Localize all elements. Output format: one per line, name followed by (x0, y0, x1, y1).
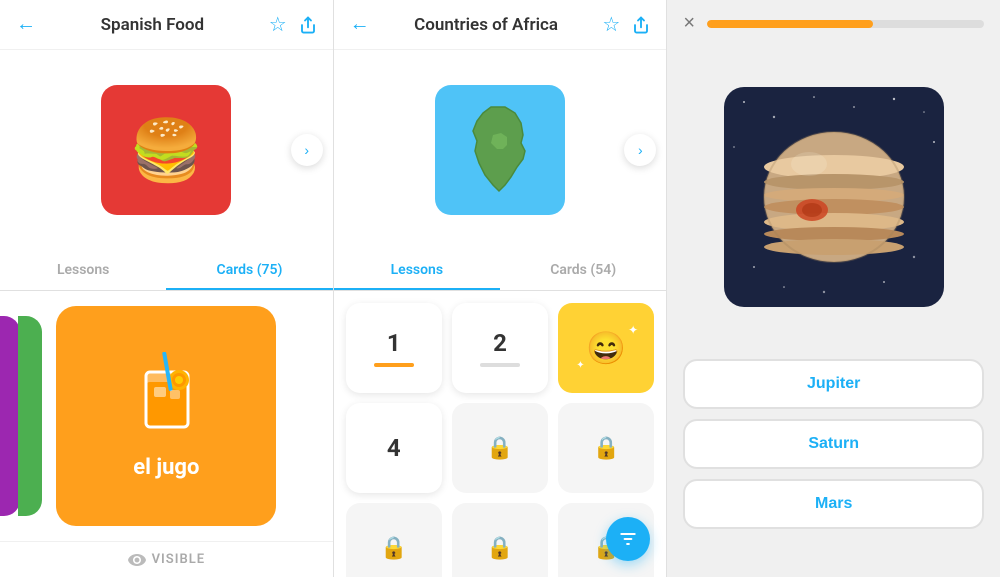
panel2-header: ← Countries of Africa ☆ (334, 0, 667, 50)
lesson-bar-2 (480, 363, 520, 367)
lock-icon-6: 🔒 (593, 436, 620, 461)
spanish-food-panel: ← Spanish Food ☆ 🍔 › Lessons Cards (75) (0, 0, 334, 577)
tab-cards-1[interactable]: Cards (75) (166, 250, 332, 290)
tab-cards-2[interactable]: Cards (54) (500, 250, 666, 290)
quiz-panel: × (667, 0, 1000, 577)
quiz-answers: Jupiter Saturn Mars (667, 347, 1000, 545)
lesson-cell-4[interactable]: 4 (346, 403, 442, 493)
lesson-cell-2[interactable]: 2 (452, 303, 548, 393)
lesson-cell-1[interactable]: 1 (346, 303, 442, 393)
eye-icon (128, 554, 146, 566)
answer-saturn[interactable]: Saturn (683, 419, 984, 469)
green-card-peek (18, 316, 42, 516)
jupiter-card (724, 87, 944, 307)
back-button-2[interactable]: ← (350, 13, 370, 36)
lesson-cell-6-locked: 🔒 (558, 403, 654, 493)
lock-icon-8: 🔒 (486, 536, 513, 561)
lesson-cell-bonus[interactable]: 😄 ✦ ✦ (558, 303, 654, 393)
lesson-num-2: 2 (493, 329, 507, 357)
burger-icon: 🍔 (129, 115, 204, 186)
quiz-progress-bar (707, 20, 984, 28)
lesson-cell-5-locked: 🔒 (452, 403, 548, 493)
filter-icon (618, 529, 638, 549)
quiz-progress-fill (707, 20, 873, 28)
panel1-preview: 🍔 › (0, 50, 333, 250)
visible-label-text: VISIBLE (152, 552, 205, 567)
main-flashcard[interactable]: el jugo (56, 306, 276, 526)
food-preview-card: 🍔 (101, 85, 231, 215)
next-card-arrow-2[interactable]: › (624, 134, 656, 166)
panel2-header-icons: ☆ (602, 12, 650, 37)
tab-lessons-1[interactable]: Lessons (0, 250, 166, 290)
flashcard-area: el jugo (0, 291, 333, 541)
lesson-bar-1 (374, 363, 414, 367)
answer-mars[interactable]: Mars (683, 479, 984, 529)
share-icon-2[interactable] (632, 16, 650, 34)
share-icon-1[interactable] (299, 16, 317, 34)
lesson-num-1: 1 (387, 329, 401, 357)
back-button-1[interactable]: ← (16, 13, 36, 36)
panel1-header-icons: ☆ (269, 12, 317, 37)
countries-africa-panel: ← Countries of Africa ☆ › Lessons Cards (334, 0, 668, 577)
lock-icon-5: 🔒 (486, 436, 513, 461)
lesson-cell-8-locked: 🔒 (452, 503, 548, 577)
quiz-header: × (667, 0, 1000, 47)
purple-card-peek (0, 316, 20, 516)
africa-preview-card (435, 85, 565, 215)
juice-glass-icon (134, 352, 199, 447)
bonus-emoji: 😄 ✦ ✦ (586, 329, 626, 367)
panel1-title: Spanish Food (36, 15, 269, 35)
visible-toggle[interactable]: VISIBLE (0, 541, 333, 577)
panel1-header: ← Spanish Food ☆ (0, 0, 333, 50)
panel1-tabs: Lessons Cards (75) (0, 250, 333, 291)
lessons-grid: 1 2 😄 ✦ ✦ 4 🔒 🔒 🔒 (334, 291, 667, 577)
panel2-tabs: Lessons Cards (54) (334, 250, 667, 291)
lesson-num-4: 4 (387, 434, 401, 462)
quiz-image-area (667, 47, 1000, 347)
tab-lessons-2[interactable]: Lessons (334, 250, 500, 290)
flashcard-word: el jugo (133, 455, 199, 480)
africa-map-icon (463, 105, 538, 195)
lock-icon-7: 🔒 (380, 536, 407, 561)
star-icon-2[interactable]: ☆ (602, 12, 620, 37)
star-icon-1[interactable]: ☆ (269, 12, 287, 37)
jupiter-planet-icon (754, 122, 914, 272)
panel2-preview: › (334, 50, 667, 250)
close-button[interactable]: × (683, 12, 695, 35)
panel2-title: Countries of Africa (370, 15, 603, 35)
lesson-cell-7-locked: 🔒 (346, 503, 442, 577)
next-card-arrow[interactable]: › (291, 134, 323, 166)
answer-jupiter[interactable]: Jupiter (683, 359, 984, 409)
